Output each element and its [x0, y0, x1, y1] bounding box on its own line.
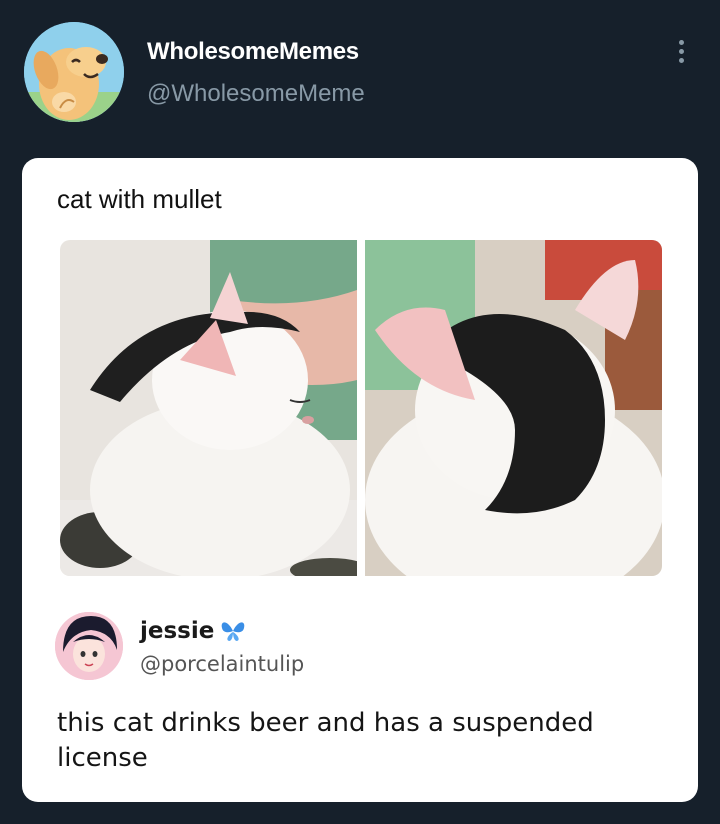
meme-image-card[interactable]: cat with mullet jessie @porcelaintulip t… [22, 158, 698, 802]
author-avatar[interactable] [24, 22, 124, 122]
cat-photo-icon [365, 240, 662, 576]
more-dot [678, 48, 684, 54]
cat-side-photo [60, 240, 357, 576]
author-display-name[interactable]: WholesomeMemes [147, 38, 359, 66]
dog-avatar-icon [24, 22, 124, 122]
meme-caption: cat with mullet [57, 184, 222, 214]
author-handle[interactable]: @WholesomeMeme [147, 80, 365, 108]
more-vertical-icon [678, 39, 684, 45]
quote-name-row: jessie [140, 618, 246, 644]
more-options-button[interactable] [666, 36, 696, 66]
anime-avatar-icon [55, 612, 123, 680]
cat-back-photo [365, 240, 662, 576]
quote-author-handle[interactable]: @porcelaintulip [140, 652, 304, 676]
quote-text: this cat drinks beer and has a suspended… [57, 708, 594, 774]
tweet-page: WholesomeMemes @WholesomeMeme cat with m… [0, 0, 720, 824]
post-header: WholesomeMemes @WholesomeMeme [0, 0, 720, 140]
more-dot [678, 57, 684, 63]
quote-author-name[interactable]: jessie [140, 618, 214, 644]
butterfly-icon [222, 622, 245, 641]
quote-author-avatar[interactable] [55, 612, 123, 680]
cat-photo-icon [60, 240, 357, 576]
